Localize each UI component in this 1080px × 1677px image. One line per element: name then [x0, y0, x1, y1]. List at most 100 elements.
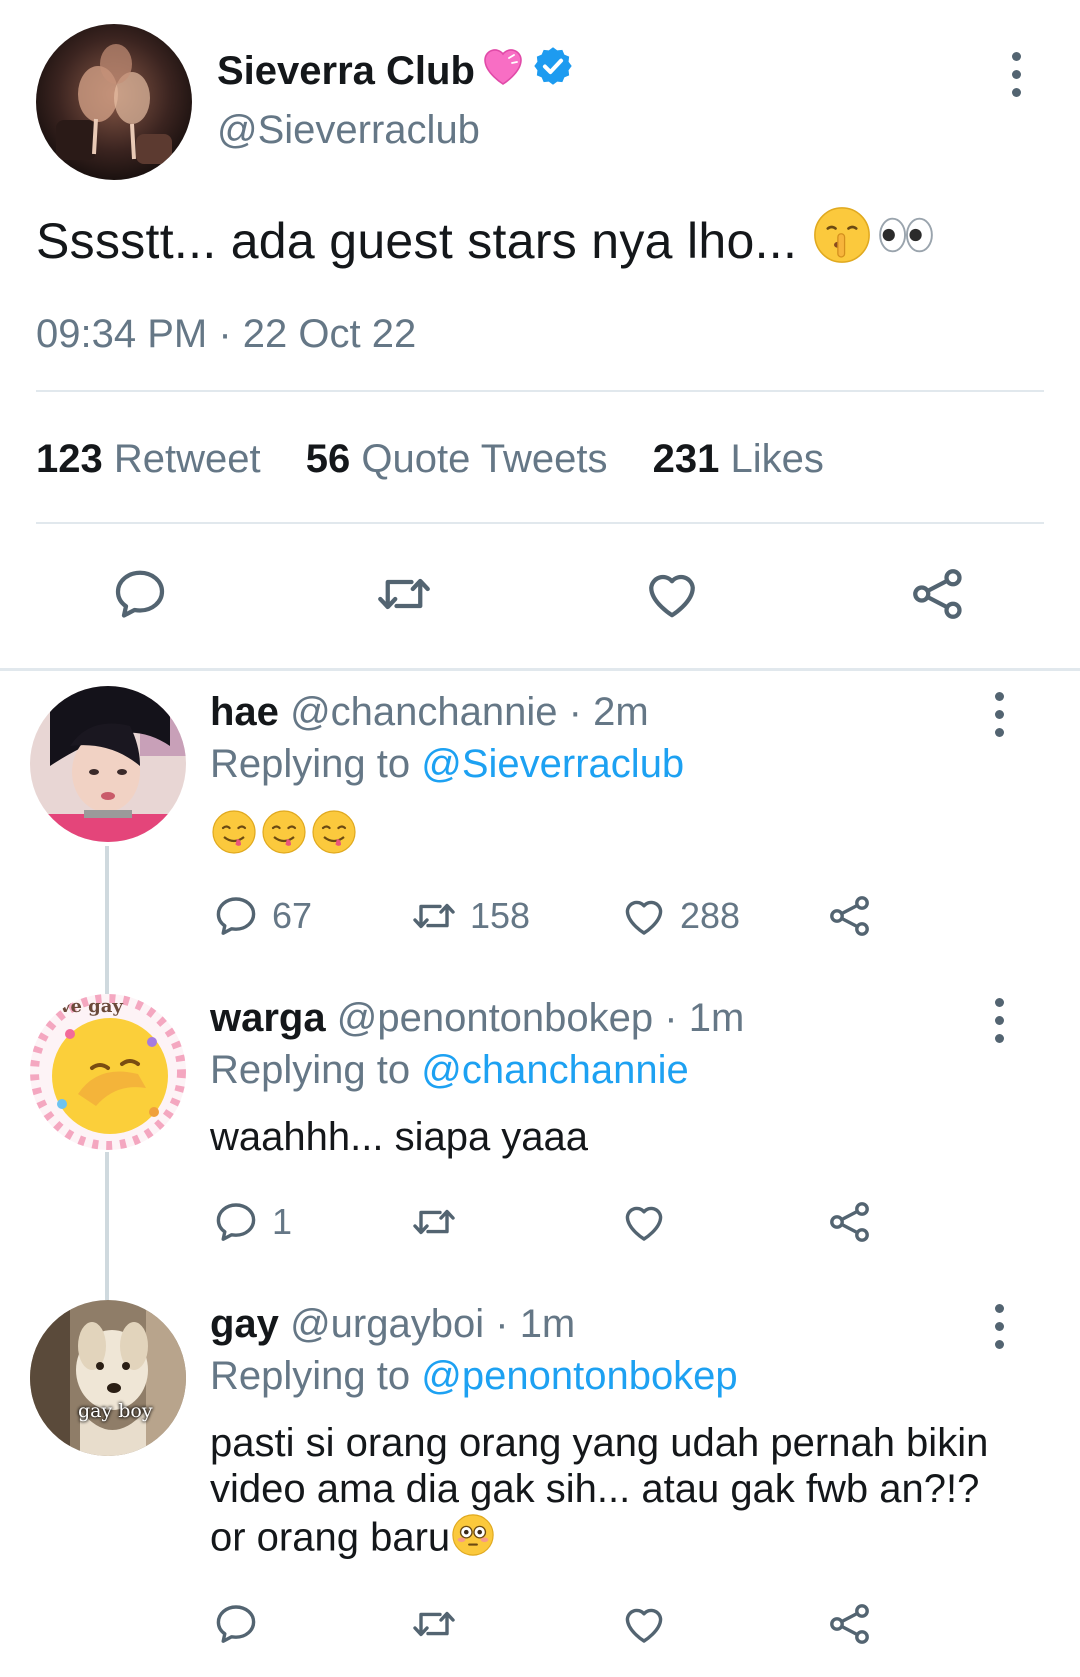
author-handle[interactable]: @Sieverraclub: [217, 108, 480, 153]
yummy-face-icon: [310, 808, 358, 861]
retweet-button[interactable]: [410, 1198, 470, 1246]
replying-label: Replying to: [210, 1354, 411, 1398]
mention-link[interactable]: @chanchannie: [421, 1048, 688, 1092]
reply-icon: [212, 1198, 260, 1246]
time-separator: ·: [218, 312, 232, 356]
separator: ·: [664, 996, 678, 1040]
reply-time: 1m: [519, 1302, 576, 1346]
quote-tweets-stat[interactable]: 56 Quote Tweets: [306, 437, 608, 481]
reply-count: 1: [272, 1201, 293, 1242]
share-icon: [826, 1198, 874, 1246]
like-button[interactable]: [620, 1198, 680, 1246]
reply-author-handle: @chanchannie: [290, 690, 558, 734]
replying-label: Replying to: [210, 742, 411, 786]
share-button[interactable]: [908, 564, 968, 629]
likes-stat[interactable]: 231 Likes: [653, 437, 824, 481]
reply-icon: [212, 892, 260, 940]
tweet-text-row: Sssstt... ada guest stars nya lho...: [36, 204, 937, 278]
reply-header[interactable]: gay @urgayboi · 1m: [210, 1302, 575, 1347]
reply-header[interactable]: hae @chanchannie · 2m: [210, 690, 649, 735]
share-button[interactable]: [826, 1198, 874, 1246]
like-icon: [642, 564, 702, 624]
section-divider: [0, 668, 1080, 671]
reply-button[interactable]: 67: [212, 892, 312, 940]
thread-line: [105, 846, 109, 994]
reply-header[interactable]: warga @penontonbokep · 1m: [210, 996, 744, 1041]
like-button[interactable]: 288: [620, 892, 740, 940]
like-icon: [620, 1600, 668, 1648]
replying-to: Replying to @penontonbokep: [210, 1354, 738, 1399]
divider: [36, 522, 1044, 524]
reply-icon: [110, 564, 170, 624]
avatar-caption: gay boy: [78, 1400, 153, 1422]
separator: ·: [568, 690, 582, 734]
retweet-button[interactable]: [410, 1600, 470, 1648]
retweet-button[interactable]: [374, 564, 434, 629]
retweet-stat[interactable]: 123 Retweet: [36, 437, 261, 481]
replying-to: Replying to @chanchannie: [210, 1048, 689, 1093]
reply-emoji-row: [210, 808, 358, 861]
main-avatar[interactable]: [36, 24, 192, 180]
more-options-icon[interactable]: [986, 34, 1046, 114]
reply-text: waahhh... siapa yaaa: [210, 1115, 589, 1159]
share-button[interactable]: [826, 892, 874, 940]
author-name: Sieverra Club: [217, 48, 475, 93]
mention-link[interactable]: @Sieverraclub: [421, 742, 684, 786]
reply-avatar[interactable]: gay boy: [30, 1300, 186, 1456]
reply-author-name: hae: [210, 690, 279, 734]
pink-heart-icon: [479, 42, 527, 100]
reply-time: 1m: [688, 996, 745, 1040]
like-button[interactable]: [642, 564, 702, 629]
reply-author-name: warga: [210, 996, 326, 1040]
like-count: 288: [680, 895, 741, 936]
reply-count: 67: [272, 895, 313, 936]
separator: ·: [495, 1302, 509, 1346]
more-options-icon[interactable]: [969, 674, 1029, 754]
reply-author-name: gay: [210, 1302, 279, 1346]
more-options-icon[interactable]: [969, 980, 1029, 1060]
yummy-face-icon: [260, 808, 308, 861]
like-button[interactable]: [620, 1600, 680, 1648]
reply-button[interactable]: [212, 1600, 272, 1648]
tweet-timestamp[interactable]: 09:34 PM · 22 Oct 22: [36, 312, 416, 357]
avatar-caption: ve gay: [60, 996, 123, 1017]
eyes-icon: [875, 212, 937, 270]
shushing-face-icon: [811, 204, 873, 278]
retweet-icon: [410, 1600, 458, 1648]
reply-time: 2m: [593, 690, 649, 734]
retweet-count: 158: [470, 895, 531, 936]
share-button[interactable]: [826, 1600, 874, 1648]
thread-line: [105, 1152, 109, 1300]
retweet-icon: [410, 1198, 458, 1246]
tweet-time: 09:34 PM: [36, 312, 208, 356]
divider: [36, 390, 1044, 392]
like-icon: [620, 892, 668, 940]
yummy-face-icon: [210, 808, 258, 861]
retweet-icon: [374, 564, 434, 624]
retweet-icon: [410, 892, 458, 940]
replying-to: Replying to @Sieverraclub: [210, 742, 684, 787]
reply-text: pasti si orang orang yang udah pernah bi…: [210, 1421, 989, 1560]
share-icon: [826, 892, 874, 940]
tweet-text: Sssstt... ada guest stars nya lho...: [36, 213, 798, 269]
mention-link[interactable]: @penontonbokep: [421, 1354, 737, 1398]
verified-badge-icon: [531, 44, 575, 98]
share-icon: [908, 564, 968, 624]
reply-text-block: pasti si orang orang yang udah pernah bi…: [210, 1420, 1010, 1568]
reply-icon: [212, 1600, 260, 1648]
reply-author-handle: @urgayboi: [290, 1302, 485, 1346]
flushed-face-icon: [450, 1512, 496, 1568]
reply-button[interactable]: [110, 564, 170, 629]
reply-avatar[interactable]: [30, 686, 186, 842]
replying-label: Replying to: [210, 1048, 411, 1092]
reply-button[interactable]: 1: [212, 1198, 292, 1246]
share-icon: [826, 1600, 874, 1648]
retweet-button[interactable]: 158: [410, 892, 530, 940]
reply-avatar[interactable]: ve gay: [30, 994, 186, 1150]
tweet-date: 22 Oct 22: [242, 312, 417, 356]
like-icon: [620, 1198, 668, 1246]
author-name-row[interactable]: Sieverra Club: [217, 42, 575, 100]
tweet-stats: 123 Retweet 56 Quote Tweets 231 Likes: [36, 437, 858, 482]
reply-author-handle: @penontonbokep: [336, 996, 654, 1040]
more-options-icon[interactable]: [969, 1286, 1029, 1366]
